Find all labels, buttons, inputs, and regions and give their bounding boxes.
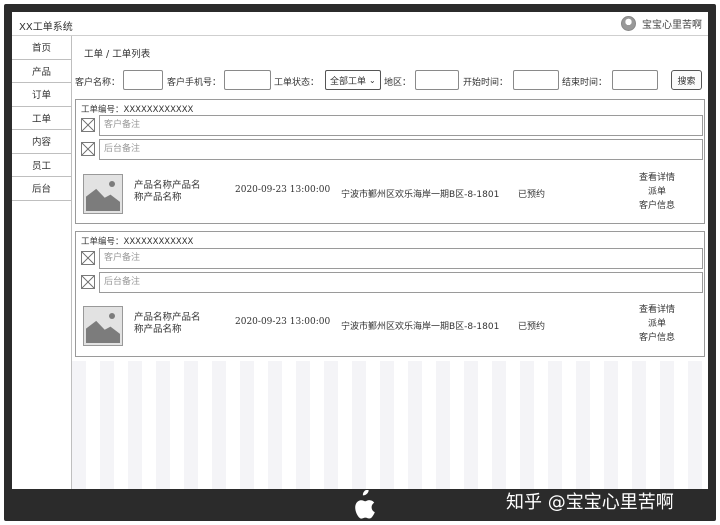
sidebar-item-order[interactable]: 订单 (12, 83, 71, 107)
start-time-label: 开始时间： (463, 78, 509, 88)
chevron-down-icon: ⌄ (369, 75, 376, 85)
admin-note-row: 后台备注 (81, 272, 703, 293)
status-select[interactable]: 全部工单 ⌄ (325, 70, 381, 90)
action-links: 查看详情 派单 客户信息 (636, 303, 678, 345)
order-id: 工单编号：XXXXXXXXXXXX (81, 105, 194, 115)
customer-note-field[interactable]: 客户备注 (99, 115, 703, 136)
sidebar-item-home[interactable]: 首页 (12, 36, 71, 60)
status-badge: 已预约 (518, 190, 546, 200)
customer-info-link[interactable]: 客户信息 (636, 331, 678, 345)
order-card: 工单编号：XXXXXXXXXXXX 客户备注 后台备注 产品名称产品名称产品名称… (75, 99, 705, 224)
admin-note-field[interactable]: 后台备注 (99, 139, 703, 160)
admin-note-field[interactable]: 后台备注 (99, 272, 703, 293)
broken-image-icon (81, 251, 95, 265)
view-details-link[interactable]: 查看详情 (636, 171, 678, 185)
customer-info-link[interactable]: 客户信息 (636, 199, 678, 213)
end-time-label: 结束时间： (562, 78, 608, 88)
sidebar-item-staff[interactable]: 员工 (12, 154, 71, 177)
view-details-link[interactable]: 查看详情 (636, 303, 678, 317)
order-card: 工单编号：XXXXXXXXXXXX 客户备注 后台备注 产品名称产品名称产品名称… (75, 231, 705, 357)
apple-logo-icon (355, 490, 375, 519)
broken-image-icon (81, 275, 95, 289)
dispatch-link[interactable]: 派单 (636, 185, 678, 199)
app-title: XX工单系统 (19, 22, 73, 33)
device-frame: XX工单系统 宝宝心里苦啊 首页 产品 订单 工单 内容 员工 后台 工单 / … (4, 4, 716, 521)
image-placeholder-icon (83, 306, 123, 346)
customer-name-label: 客户名称： (75, 78, 121, 88)
start-time-input[interactable] (513, 70, 559, 90)
search-button[interactable]: 搜索 (671, 70, 702, 90)
dispatch-link[interactable]: 派单 (636, 317, 678, 331)
top-bar: XX工单系统 宝宝心里苦啊 (12, 12, 708, 36)
sidebar: 首页 产品 订单 工单 内容 员工 后台 (12, 36, 72, 489)
order-id: 工单编号：XXXXXXXXXXXX (81, 237, 194, 247)
product-row: 产品名称产品名称产品名称 2020-09-23 13:00:00 宁波市鄞州区欢… (83, 304, 705, 356)
user-avatar-icon (621, 16, 636, 31)
action-links: 查看详情 派单 客户信息 (636, 171, 678, 213)
breadcrumb: 工单 / 工单列表 (84, 49, 151, 60)
appointment-time: 2020-09-23 13:00:00 (235, 317, 331, 327)
main-content: 工单 / 工单列表 客户名称： 客户手机号： 工单状态： 全部工单 ⌄ 地区： … (72, 36, 708, 489)
region-input[interactable] (415, 70, 459, 90)
status-label: 工单状态： (274, 78, 320, 88)
image-placeholder-icon (83, 174, 123, 214)
broken-image-icon (81, 142, 95, 156)
appointment-time: 2020-09-23 13:00:00 (235, 185, 331, 195)
sidebar-item-product[interactable]: 产品 (12, 60, 71, 83)
product-name: 产品名称产品名称产品名称 (134, 180, 201, 203)
sidebar-item-admin[interactable]: 后台 (12, 177, 71, 201)
customer-name-input[interactable] (123, 70, 163, 90)
customer-note-field[interactable]: 客户备注 (99, 248, 703, 269)
address: 宁波市鄞州区欢乐海岸一期B区-8-1801 (341, 322, 500, 332)
sidebar-item-workorder[interactable]: 工单 (12, 107, 71, 130)
customer-phone-label: 客户手机号： (167, 78, 222, 88)
product-name: 产品名称产品名称产品名称 (134, 312, 201, 335)
screen: XX工单系统 宝宝心里苦啊 首页 产品 订单 工单 内容 员工 后台 工单 / … (12, 12, 708, 489)
status-select-value: 全部工单 (330, 76, 367, 87)
address: 宁波市鄞州区欢乐海岸一期B区-8-1801 (341, 190, 500, 200)
empty-area (72, 361, 708, 489)
watermark: 知乎 @宝宝心里苦啊 (506, 492, 674, 513)
end-time-input[interactable] (612, 70, 658, 90)
filter-bar: 客户名称： 客户手机号： 工单状态： 全部工单 ⌄ 地区： 开始时间： 结束时间… (75, 70, 705, 92)
customer-note-row: 客户备注 (81, 248, 703, 269)
customer-phone-input[interactable] (224, 70, 271, 90)
broken-image-icon (81, 118, 95, 132)
admin-note-row: 后台备注 (81, 139, 703, 160)
product-row: 产品名称产品名称产品名称 2020-09-23 13:00:00 宁波市鄞州区欢… (83, 172, 705, 224)
customer-note-row: 客户备注 (81, 115, 703, 136)
user-menu[interactable]: 宝宝心里苦啊 (621, 16, 702, 31)
region-label: 地区： (384, 78, 412, 88)
sidebar-item-content[interactable]: 内容 (12, 130, 71, 154)
status-badge: 已预约 (518, 322, 546, 332)
user-name: 宝宝心里苦啊 (642, 20, 702, 31)
